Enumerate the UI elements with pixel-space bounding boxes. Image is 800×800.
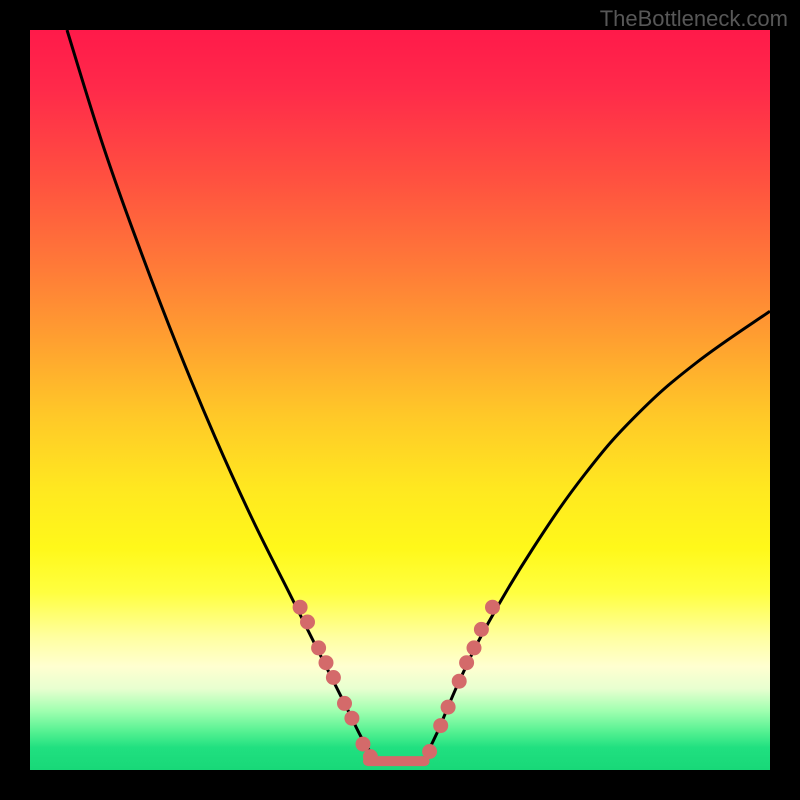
curve-group: [67, 30, 770, 763]
dot-right-6: [474, 622, 489, 637]
chart-plot-area: [30, 30, 770, 770]
dots-group: [293, 600, 500, 764]
watermark-text: TheBottleneck.com: [600, 6, 788, 32]
dot-left-7: [356, 737, 371, 752]
dot-right-7: [485, 600, 500, 615]
dot-right-4: [459, 655, 474, 670]
curve-left-curve: [67, 30, 378, 763]
dot-right-2: [441, 700, 456, 715]
dot-left-6: [344, 711, 359, 726]
dot-right-5: [467, 640, 482, 655]
dot-right-1: [433, 718, 448, 733]
chart-svg: [30, 30, 770, 770]
dot-left-0: [293, 600, 308, 615]
dot-right-0: [422, 744, 437, 759]
dot-right-3: [452, 674, 467, 689]
dot-left-4: [326, 670, 341, 685]
curve-right-curve: [422, 311, 770, 762]
dot-left-2: [311, 640, 326, 655]
dot-left-3: [319, 655, 334, 670]
dot-left-1: [300, 615, 315, 630]
dot-left-8: [363, 749, 378, 764]
dot-left-5: [337, 696, 352, 711]
